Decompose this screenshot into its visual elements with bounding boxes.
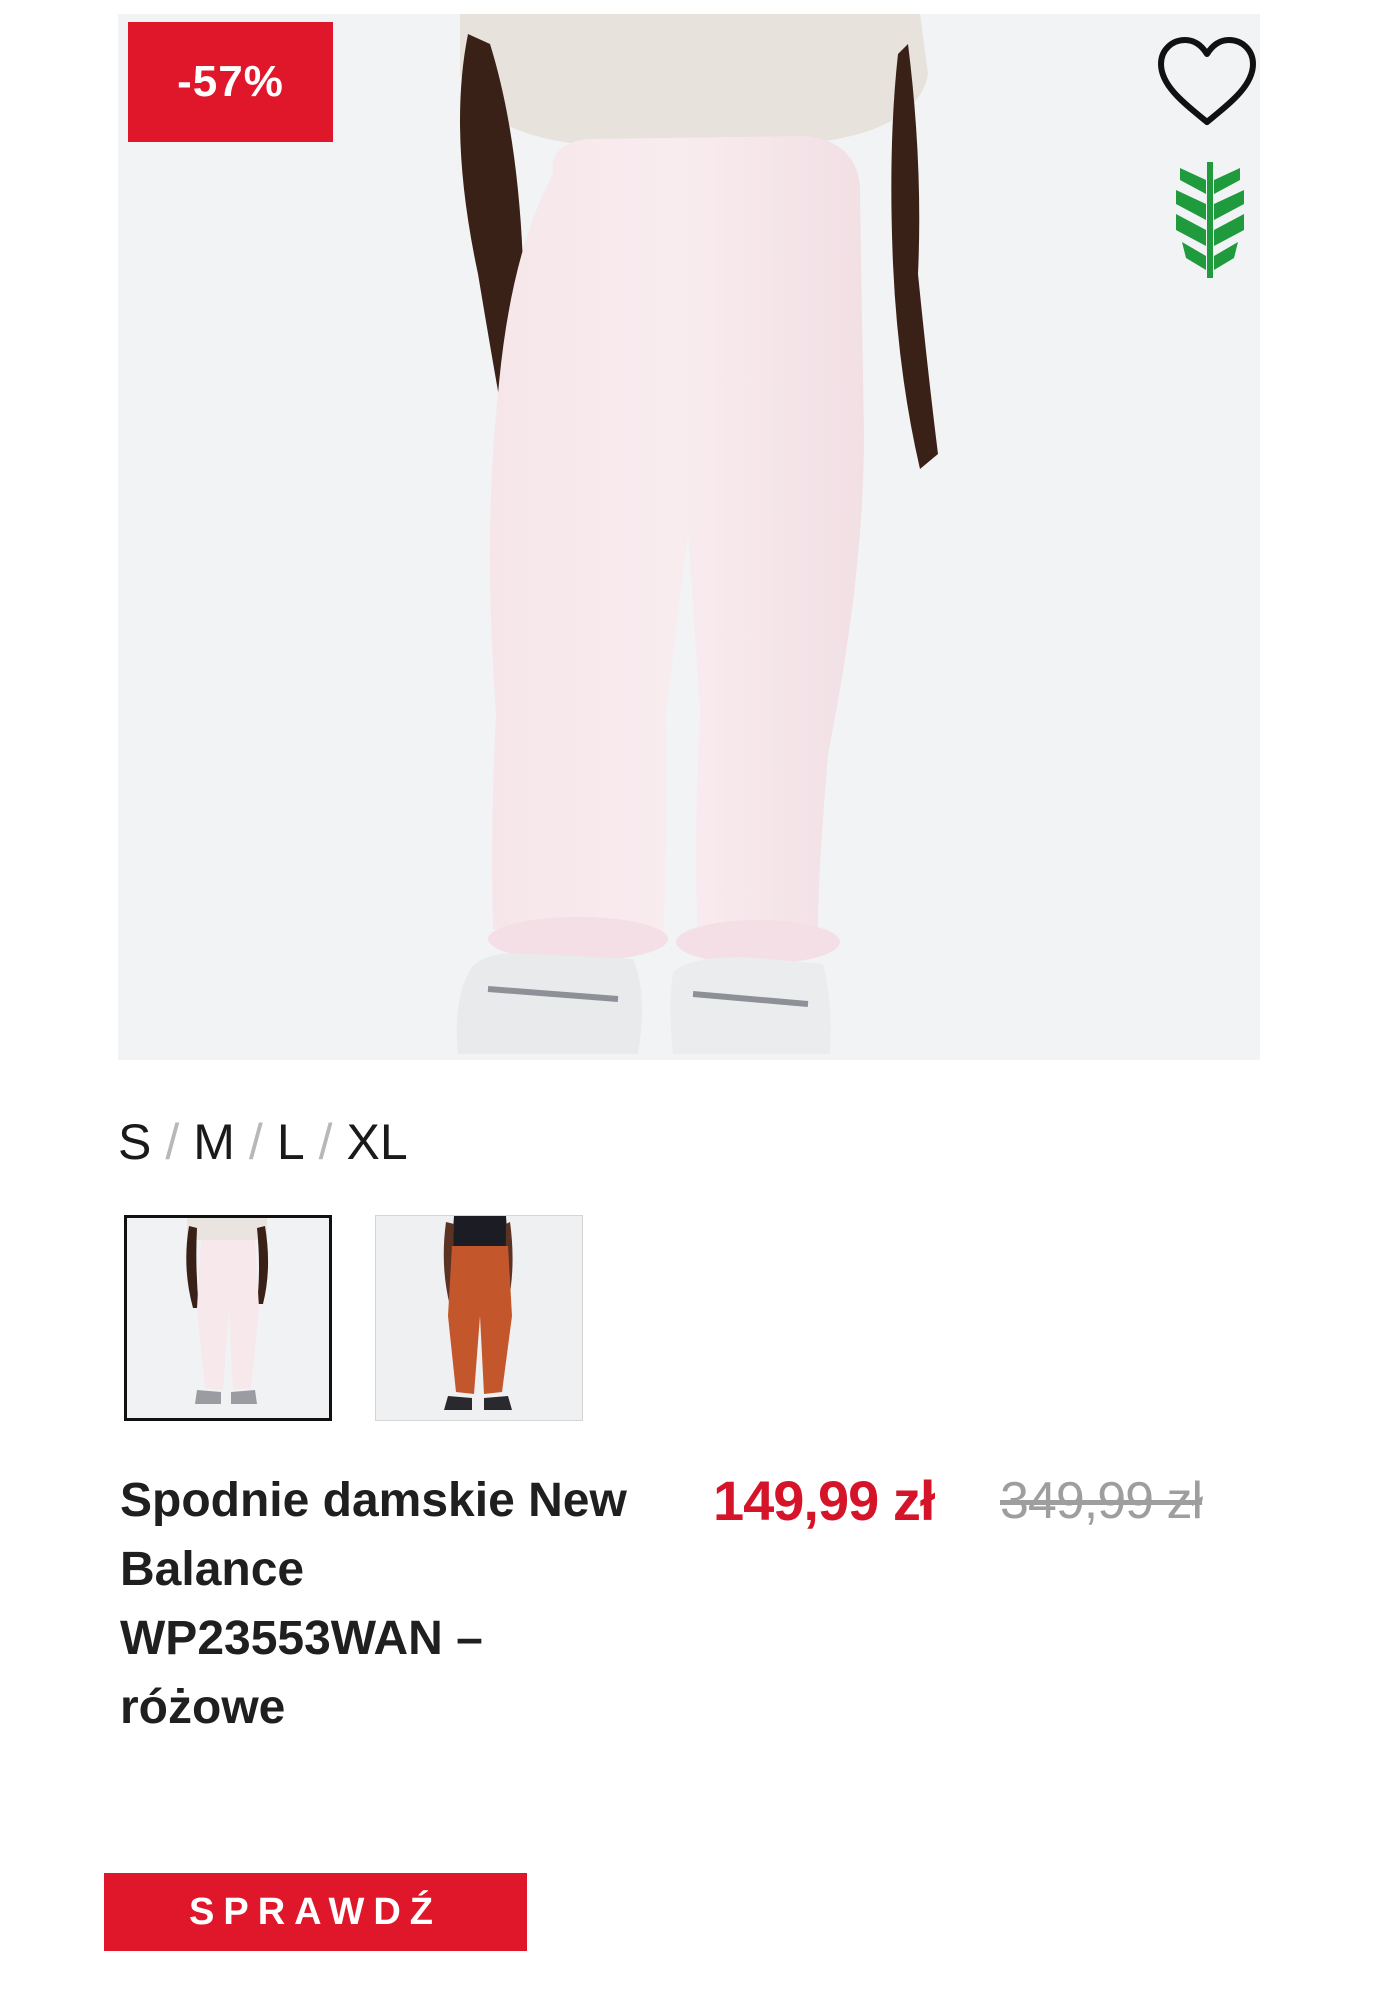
size-separator: / (318, 1114, 333, 1170)
current-price: 149,99 zł (713, 1469, 935, 1532)
wishlist-button[interactable] (1155, 36, 1259, 128)
check-button[interactable]: SPRAWDŹ (104, 1873, 527, 1951)
color-variant-orange[interactable] (375, 1215, 583, 1421)
product-title[interactable]: Spodnie damskie New Balance WP23553WAN –… (120, 1466, 640, 1742)
leaf-icon (1176, 162, 1244, 278)
discount-badge: -57% (128, 22, 333, 142)
color-variant-pink[interactable] (124, 1215, 332, 1421)
product-main-image[interactable] (118, 14, 1260, 1060)
size-option-s[interactable]: S (118, 1113, 151, 1171)
size-list: S / M / L / XL (118, 1102, 408, 1182)
eco-badge (1172, 158, 1248, 282)
thumbnail-image (127, 1218, 329, 1418)
old-price: 349,99 zł (1000, 1472, 1203, 1530)
size-separator: / (248, 1114, 263, 1170)
size-option-m[interactable]: M (193, 1113, 235, 1171)
thumbnail-image (376, 1216, 582, 1420)
size-option-xl[interactable]: XL (347, 1113, 408, 1171)
heart-icon (1158, 37, 1256, 125)
size-separator: / (165, 1114, 180, 1170)
size-option-l[interactable]: L (277, 1113, 305, 1171)
product-photo (456, 14, 938, 1054)
